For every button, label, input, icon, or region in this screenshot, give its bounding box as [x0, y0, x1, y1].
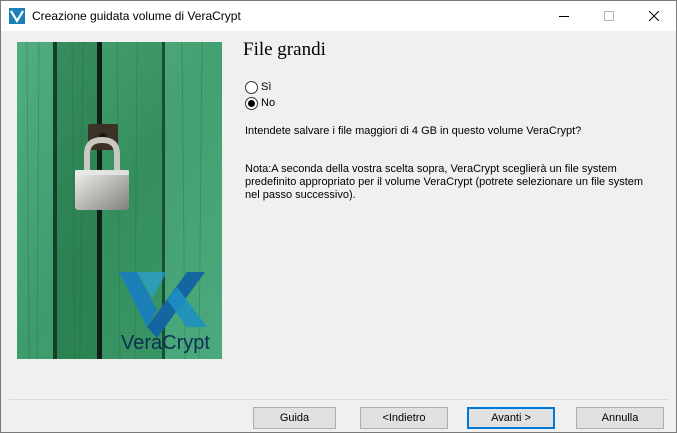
green-door-padlock-illustration	[17, 42, 222, 359]
maximize-button[interactable]	[586, 1, 631, 30]
help-button[interactable]: Guida	[253, 407, 336, 429]
close-button[interactable]	[631, 1, 676, 30]
option-yes-label[interactable]: Sì	[261, 81, 271, 93]
option-no-label[interactable]: No	[261, 97, 275, 109]
maximize-icon	[603, 10, 614, 21]
back-button[interactable]: <Indietro	[360, 407, 448, 429]
filesystem-note: Nota:A seconda della vostra scelta sopra…	[245, 163, 644, 201]
wizard-banner-image: VeraCrypt	[17, 42, 222, 359]
title-bar[interactable]: Creazione guidata volume di VeraCrypt	[1, 1, 676, 31]
button-separator	[9, 399, 668, 400]
window-title: Creazione guidata volume di VeraCrypt	[32, 9, 241, 23]
option-no-radio[interactable]: No	[245, 96, 275, 110]
page-title: File grandi	[243, 39, 326, 60]
minimize-icon	[558, 15, 569, 17]
minimize-button[interactable]	[541, 1, 586, 30]
next-button[interactable]: Avanti >	[467, 407, 555, 429]
cancel-button[interactable]: Annulla	[576, 407, 664, 429]
option-yes-radio[interactable]: Sì	[245, 80, 271, 94]
wizard-window: Creazione guidata volume di VeraCrypt Ve…	[0, 0, 677, 433]
veracrypt-app-icon	[9, 8, 25, 24]
radio-checked-icon[interactable]	[245, 96, 258, 110]
radio-unchecked-icon[interactable]	[245, 80, 258, 94]
close-icon	[648, 10, 659, 21]
large-files-question: Intendete salvare i file maggiori di 4 G…	[245, 125, 582, 137]
veracrypt-logo-text: VeraCrypt	[121, 332, 210, 354]
